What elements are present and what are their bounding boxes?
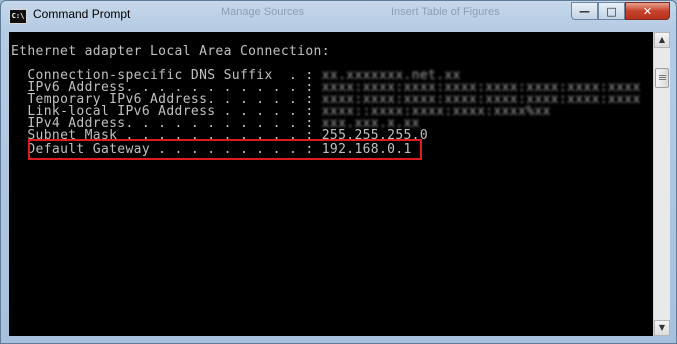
window-title: Command Prompt <box>33 7 131 21</box>
background-tab-manage-sources: Manage Sources <box>221 6 305 18</box>
background-tab-insert-table-of-figures: Insert Table of Figures <box>391 6 500 18</box>
scroll-thumb[interactable] <box>655 68 669 88</box>
title-bar[interactable]: C:\ Command Prompt Manage Sources Insert… <box>1 1 676 31</box>
window-controls: — □ ✕ <box>571 2 670 20</box>
vertical-scrollbar[interactable]: ▲ ▼ <box>653 32 670 336</box>
cmd-app-icon: C:\ <box>9 9 27 24</box>
command-prompt-window: C:\ Command Prompt Manage Sources Insert… <box>0 0 677 344</box>
minimize-button[interactable]: — <box>571 2 598 20</box>
scroll-down-button[interactable]: ▼ <box>654 320 670 336</box>
console-output[interactable]: Ethernet adapter Local Area Connection: … <box>9 32 653 336</box>
scroll-up-button[interactable]: ▲ <box>654 32 670 48</box>
maximize-button[interactable]: □ <box>598 2 625 20</box>
close-button[interactable]: ✕ <box>625 2 670 20</box>
grip-icon <box>659 75 666 76</box>
gateway-highlight-box <box>28 139 422 160</box>
adapter-header: Ethernet adapter Local Area Connection: <box>11 44 330 59</box>
